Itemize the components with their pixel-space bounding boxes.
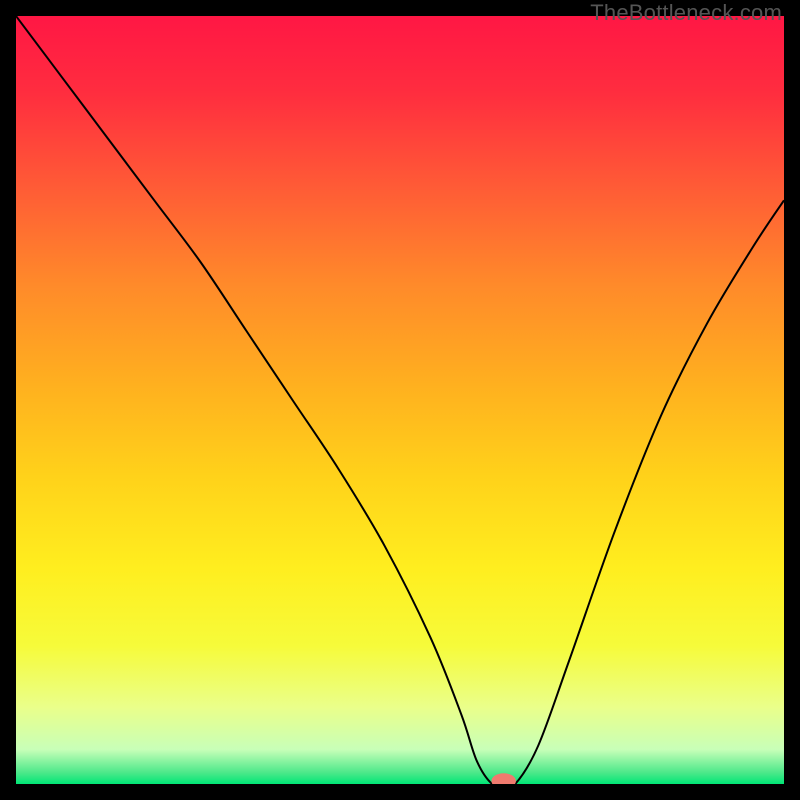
bottleneck-chart (16, 16, 784, 784)
watermark-label: TheBottleneck.com (590, 0, 782, 26)
plot-area (16, 16, 784, 784)
chart-frame: TheBottleneck.com (0, 0, 800, 800)
